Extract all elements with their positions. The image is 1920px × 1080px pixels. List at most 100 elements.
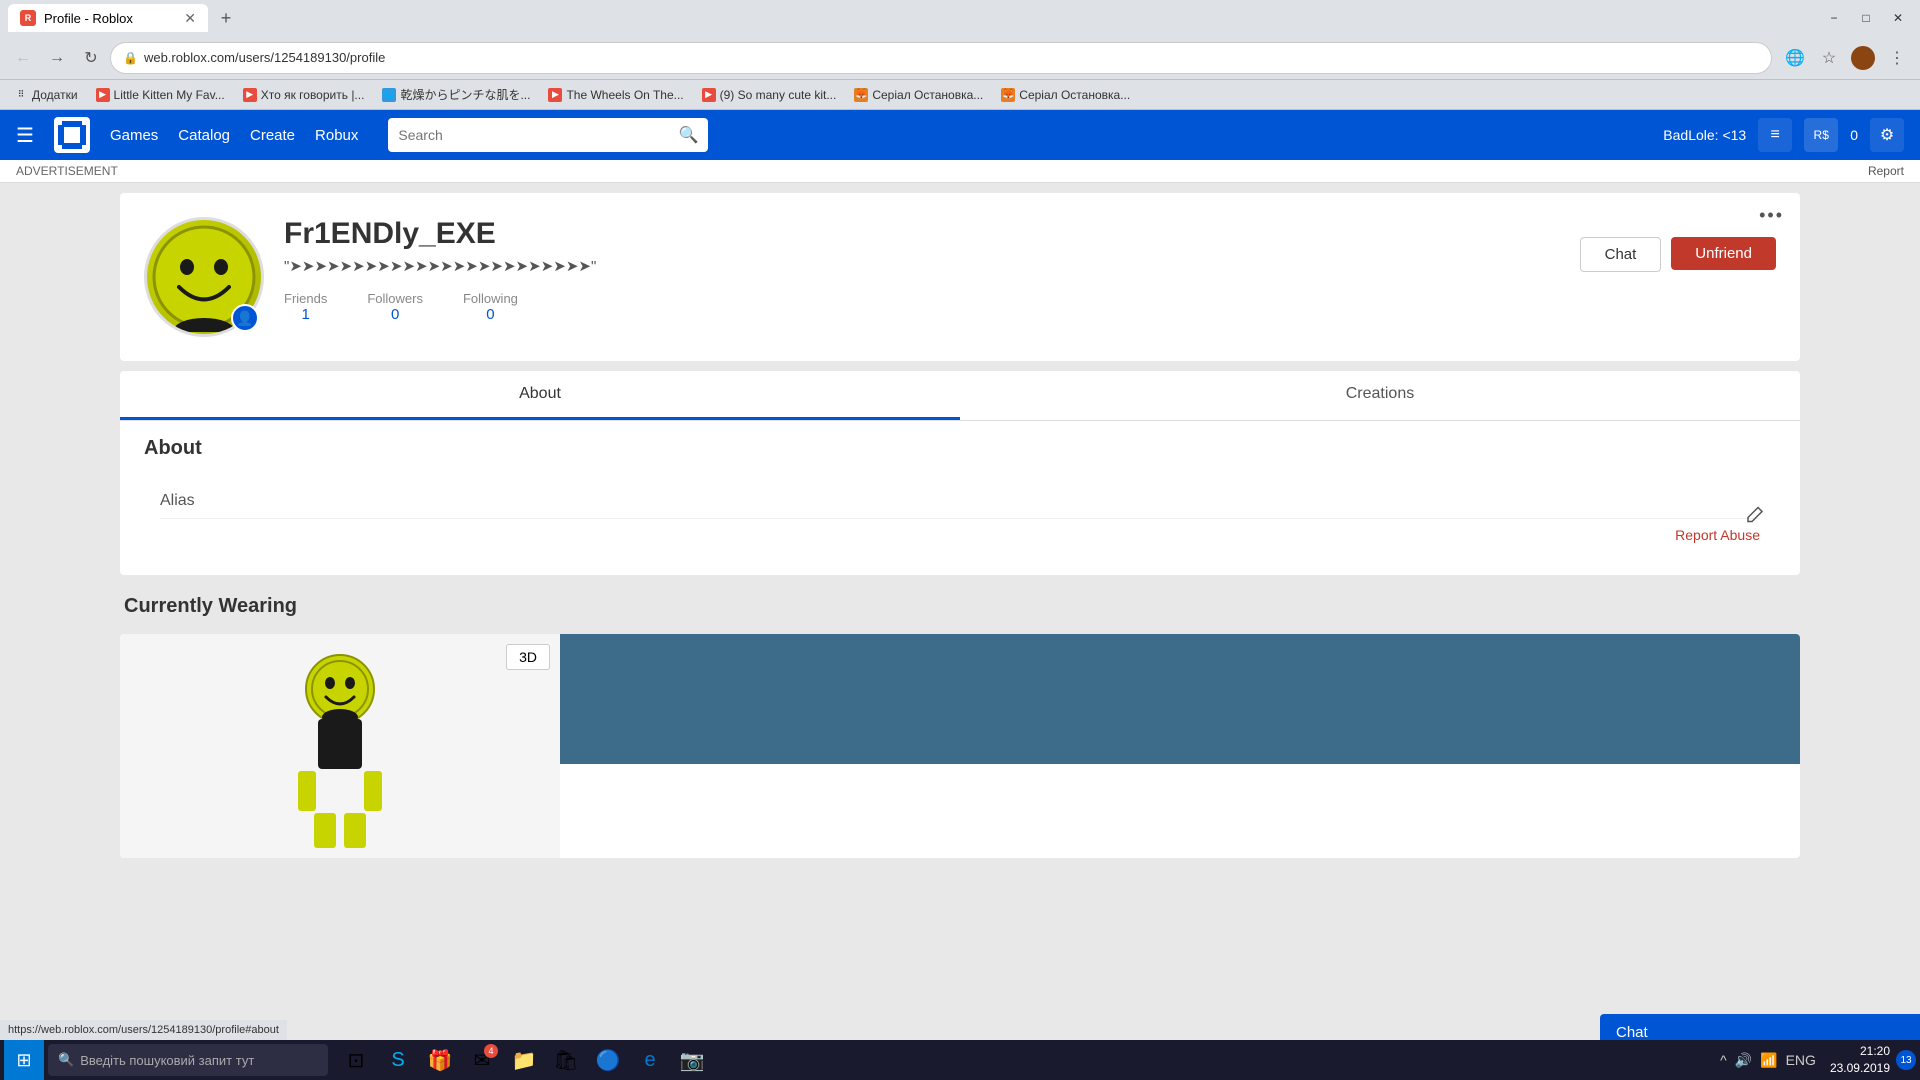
edit-btn[interactable] [1744, 505, 1764, 530]
wearing-items-panel [560, 634, 1800, 764]
maximize-btn[interactable]: □ [1852, 4, 1880, 32]
robux-count: 0 [1850, 127, 1858, 143]
taskbar-chrome-btn[interactable]: 🔵 [588, 1040, 628, 1080]
main-content: ••• 👤 [0, 183, 1920, 868]
back-btn[interactable]: ← [8, 43, 38, 73]
tab-about[interactable]: About [120, 371, 960, 420]
report-link[interactable]: Report [1868, 164, 1904, 178]
gift-icon: 🎁 [428, 1048, 453, 1073]
tabs-nav: About Creations [120, 371, 1800, 421]
refresh-btn[interactable]: ↻ [76, 43, 106, 73]
youtube-icon: ▶ [243, 88, 257, 102]
camera-icon: 📷 [680, 1048, 705, 1073]
nav-robux[interactable]: Robux [315, 127, 358, 144]
taskbar-skype-btn[interactable]: S [378, 1040, 418, 1080]
bookmark-3[interactable]: 🌐 乾燥からピンチな肌を... [376, 84, 536, 105]
bookmark-label: Хто як говорить |... [261, 88, 365, 102]
btn-3d[interactable]: 3D [506, 644, 550, 670]
friends-label: Friends [284, 291, 327, 306]
bookmark-2[interactable]: ▶ Хто як говорить |... [237, 86, 371, 104]
url-text: web.roblox.com/users/1254189130/profile [144, 50, 1759, 65]
taskbar-camera-btn[interactable]: 📷 [672, 1040, 712, 1080]
taskbar-mail-btn[interactable]: ✉ 4 [462, 1040, 502, 1080]
youtube-icon: ▶ [702, 88, 716, 102]
taskbar-files-btn[interactable]: 📁 [504, 1040, 544, 1080]
minimize-btn[interactable]: − [1820, 4, 1848, 32]
about-divider [160, 518, 1760, 519]
bookmark-apps[interactable]: ⠿ Додатки [8, 86, 84, 104]
tab-close-btn[interactable]: ✕ [184, 10, 196, 27]
taskbar-taskview-btn[interactable]: ⊡ [336, 1040, 376, 1080]
taskbar-search-box[interactable]: 🔍 Введіть пошуковий запит тут [48, 1044, 328, 1076]
bookmark-4[interactable]: ▶ The Wheels On The... [542, 86, 689, 104]
friends-count[interactable]: 1 [284, 306, 327, 323]
chevron-icon[interactable]: ^ [1720, 1052, 1727, 1068]
bookmark-6[interactable]: 🦊 Серіал Остановка... [848, 86, 989, 104]
wearing-title: Currently Wearing [120, 595, 1800, 618]
followers-count[interactable]: 0 [367, 306, 423, 323]
report-abuse-btn[interactable]: Report Abuse [160, 527, 1760, 543]
nav-create[interactable]: Create [250, 127, 295, 144]
forward-btn[interactable]: → [42, 43, 72, 73]
following-stat: Following 0 [463, 291, 518, 323]
chrome-icon: 🔵 [596, 1048, 621, 1073]
following-count[interactable]: 0 [463, 306, 518, 323]
start-btn[interactable]: ⊞ [4, 1040, 44, 1080]
translate-btn[interactable]: 🌐 [1780, 43, 1810, 73]
roblox-logo[interactable] [54, 117, 90, 153]
bookmark-5[interactable]: ▶ (9) So many cute kit... [696, 86, 843, 104]
taskbar-gift-btn[interactable]: 🎁 [420, 1040, 460, 1080]
search-submit-btn[interactable]: 🔍 [678, 125, 698, 145]
new-tab-btn[interactable]: + [212, 4, 240, 32]
taskbar-edge-btn[interactable]: e [630, 1040, 670, 1080]
header-right: BadLole: <13 ≡ R$ 0 ⚙ [1663, 118, 1904, 152]
notification-badge[interactable]: 13 [1896, 1050, 1916, 1070]
tab-creations[interactable]: Creations [960, 371, 1800, 420]
chat-list-btn[interactable]: ≡ [1758, 118, 1792, 152]
bookmark-label: Серіал Остановка... [872, 88, 983, 102]
bookmark-label: (9) So many cute kit... [720, 88, 837, 102]
fox-icon: 🦊 [1001, 88, 1015, 102]
friends-stat: Friends 1 [284, 291, 327, 323]
user-avatar-btn[interactable] [1848, 43, 1878, 73]
network-icon[interactable]: 📶 [1760, 1052, 1777, 1069]
robux-btn[interactable]: R$ [1804, 118, 1838, 152]
volume-icon[interactable]: 🔊 [1735, 1052, 1752, 1069]
bookmark-star-btn[interactable]: ☆ [1814, 43, 1844, 73]
skype-icon: S [391, 1049, 404, 1072]
address-bar[interactable]: 🔒 web.roblox.com/users/1254189130/profil… [110, 42, 1772, 74]
bookmark-label: Додатки [32, 88, 78, 102]
following-label: Following [463, 291, 518, 306]
youtube-icon: ▶ [96, 88, 110, 102]
browser-menu-btn[interactable]: ⋮ [1882, 43, 1912, 73]
profile-header: 👤 Fr1ENDly_EXE "➤➤➤➤➤➤➤➤➤➤➤➤➤➤➤➤➤➤➤➤➤➤➤➤… [144, 217, 1776, 337]
unfriend-btn[interactable]: Unfriend [1671, 237, 1776, 270]
tab-favicon: R [20, 10, 36, 26]
bookmark-label: Little Kitten My Fav... [114, 88, 225, 102]
apps-icon: ⠿ [14, 88, 28, 102]
bookmark-label: 乾燥からピンチな肌を... [400, 86, 530, 103]
nav-catalog[interactable]: Catalog [178, 127, 230, 144]
nav-games[interactable]: Games [110, 127, 158, 144]
bookmark-1[interactable]: ▶ Little Kitten My Fav... [90, 86, 231, 104]
hamburger-menu-btn[interactable]: ☰ [16, 123, 34, 148]
chat-btn[interactable]: Chat [1580, 237, 1662, 272]
profile-stats: Friends 1 Followers 0 Following 0 [284, 291, 1560, 323]
followers-stat: Followers 0 [367, 291, 423, 323]
profile-status: "➤➤➤➤➤➤➤➤➤➤➤➤➤➤➤➤➤➤➤➤➤➤➤➤" [284, 257, 1560, 275]
search-input[interactable] [398, 127, 670, 143]
language-indicator[interactable]: ENG [1786, 1052, 1816, 1068]
time-block: 21:20 23.09.2019 [1830, 1043, 1890, 1077]
taskbar-apps: ⊡ S 🎁 ✉ 4 📁 🛍 🔵 e 📷 [336, 1040, 712, 1080]
taskview-icon: ⊡ [348, 1048, 365, 1073]
bookmark-7[interactable]: 🦊 Серіал Остановка... [995, 86, 1136, 104]
clock-date: 23.09.2019 [1830, 1060, 1890, 1077]
status-url: https://web.roblox.com/users/1254189130/… [8, 1024, 279, 1036]
youtube-icon: ▶ [548, 88, 562, 102]
browser-tab[interactable]: R Profile - Roblox ✕ [8, 4, 208, 32]
taskbar-search-text: Введіть пошуковий запит тут [80, 1053, 254, 1068]
profile-more-btn[interactable]: ••• [1759, 205, 1784, 226]
taskbar-store-btn[interactable]: 🛍 [546, 1040, 586, 1080]
close-btn[interactable]: ✕ [1884, 4, 1912, 32]
settings-btn[interactable]: ⚙ [1870, 118, 1904, 152]
